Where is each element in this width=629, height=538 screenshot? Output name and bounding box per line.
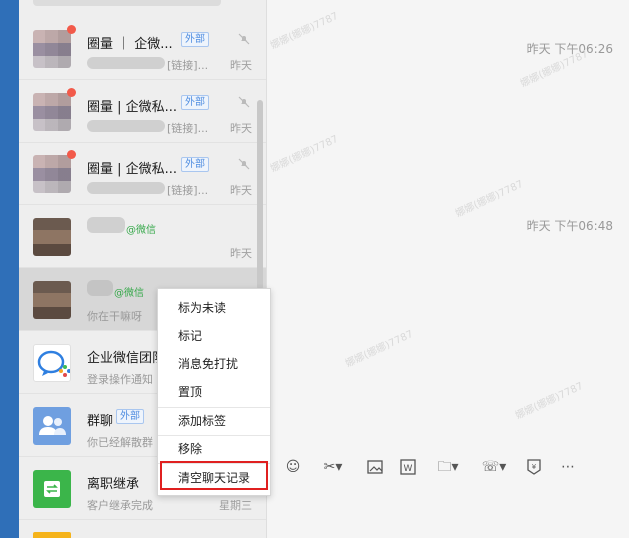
watermark: 娜娜(娜娜)7787 — [268, 133, 341, 175]
wechat-tag: @微信 — [114, 288, 144, 299]
avatar — [33, 218, 71, 256]
blurred-preview — [87, 57, 165, 69]
chat-preview: 你在干嘛呀 — [87, 310, 142, 323]
chat-name: 圈量 | 企微私... — [87, 100, 178, 115]
external-tag: 外部 — [181, 157, 209, 172]
message-timestamp: 昨天 下午06:48 — [526, 219, 613, 233]
blurred-name — [87, 217, 125, 233]
chat-preview: 你已经解散群 — [87, 436, 153, 449]
watermark: 娜娜(娜娜)7787 — [453, 178, 526, 220]
group-avatar — [33, 407, 71, 445]
svg-text:¥: ¥ — [532, 463, 537, 471]
chat-name: 离职继承 — [87, 477, 140, 492]
left-nav-bar — [0, 0, 19, 538]
chat-time: 星期三 — [219, 499, 252, 512]
chat-list-item[interactable]: 圈量 ｜ 企微... 外部 [链接]... 昨天 — [19, 17, 266, 80]
phone-icon[interactable]: ☏▾ — [479, 458, 509, 476]
chat-time: 昨天 — [230, 122, 252, 135]
chat-name: 圈量 | 企微私... — [87, 162, 178, 177]
chat-list-item[interactable]: 圈量 | 企微私... 外部 [链接]... 昨天 — [19, 142, 266, 205]
mute-bell-icon — [238, 158, 250, 170]
menu-item-mark-unread[interactable]: 标为未读 — [158, 294, 270, 322]
wechat-tag: @微信 — [126, 225, 156, 236]
menu-item-add-tag[interactable]: 添加标签 — [158, 407, 270, 435]
word-doc-icon[interactable]: W — [399, 458, 417, 476]
image-icon[interactable] — [366, 458, 384, 476]
chat-time: 昨天 — [230, 184, 252, 197]
blurred-preview — [87, 120, 165, 132]
highlight-box — [160, 461, 268, 490]
chat-list-item[interactable]: 圈量 | 企微私... 外部 [链接]... 昨天 — [19, 80, 266, 143]
blurred-name — [87, 280, 113, 296]
scrollbar[interactable] — [257, 100, 263, 290]
red-packet-icon[interactable]: ¥ — [525, 458, 543, 476]
external-tag: 外部 — [181, 95, 209, 110]
chat-preview: [链接]... — [167, 184, 209, 197]
menu-item-remove[interactable]: 移除 — [158, 435, 270, 463]
avatar — [33, 344, 71, 382]
blurred-preview — [87, 182, 165, 194]
chat-preview: 登录操作通知 — [87, 373, 153, 386]
more-icon[interactable]: ⋯ — [559, 458, 577, 476]
chat-time: 昨天 — [230, 59, 252, 72]
menu-item-mute[interactable]: 消息免打扰 — [158, 350, 270, 378]
chat-preview: 客户继承完成 — [87, 499, 153, 512]
chat-name: 企业微信团队 — [87, 351, 166, 366]
watermark: 娜娜(娜娜)7787 — [513, 380, 586, 422]
chat-preview: [链接]... — [167, 59, 209, 72]
chat-name: 群聊 — [87, 414, 114, 429]
chat-area: 昨天 下午06:26 昨天 下午06:48 娜娜(娜娜)7787 娜娜(娜娜)7… — [267, 0, 629, 538]
wecom-logo-icon — [37, 350, 70, 377]
watermark: 娜娜(娜娜)7787 — [268, 10, 341, 52]
watermark: 娜娜(娜娜)7787 — [343, 328, 416, 370]
external-tag: 外部 — [116, 409, 144, 424]
avatar — [33, 532, 71, 538]
chat-name: 圈量 ｜ 企微... — [87, 37, 173, 52]
emoji-icon[interactable]: ☺ — [284, 458, 302, 476]
unread-dot — [67, 150, 76, 159]
avatar — [33, 470, 71, 508]
search-box[interactable] — [33, 0, 221, 6]
avatar — [33, 155, 71, 193]
avatar — [33, 30, 71, 68]
menu-item-pin[interactable]: 置顶 — [158, 378, 270, 406]
avatar — [33, 281, 71, 319]
scissors-icon[interactable]: ✂▾ — [318, 458, 348, 476]
mute-bell-icon — [238, 96, 250, 108]
chat-preview: [链接]... — [167, 122, 209, 135]
unread-dot — [67, 25, 76, 34]
mute-bell-icon — [238, 33, 250, 45]
input-toolbar: ☺ ✂▾ W 🗀▾ ☏▾ ¥ ⋯ — [267, 452, 629, 482]
transfer-icon — [44, 481, 60, 497]
group-icon — [39, 416, 66, 435]
menu-item-mark[interactable]: 标记 — [158, 322, 270, 350]
unread-dot — [67, 88, 76, 97]
chat-time: 昨天 — [230, 247, 252, 260]
external-tag: 外部 — [181, 32, 209, 47]
chat-list-item[interactable]: @微信 昨天 — [19, 205, 266, 268]
folder-icon[interactable]: 🗀▾ — [433, 458, 463, 476]
avatar — [33, 93, 71, 131]
svg-text:W: W — [404, 464, 413, 474]
